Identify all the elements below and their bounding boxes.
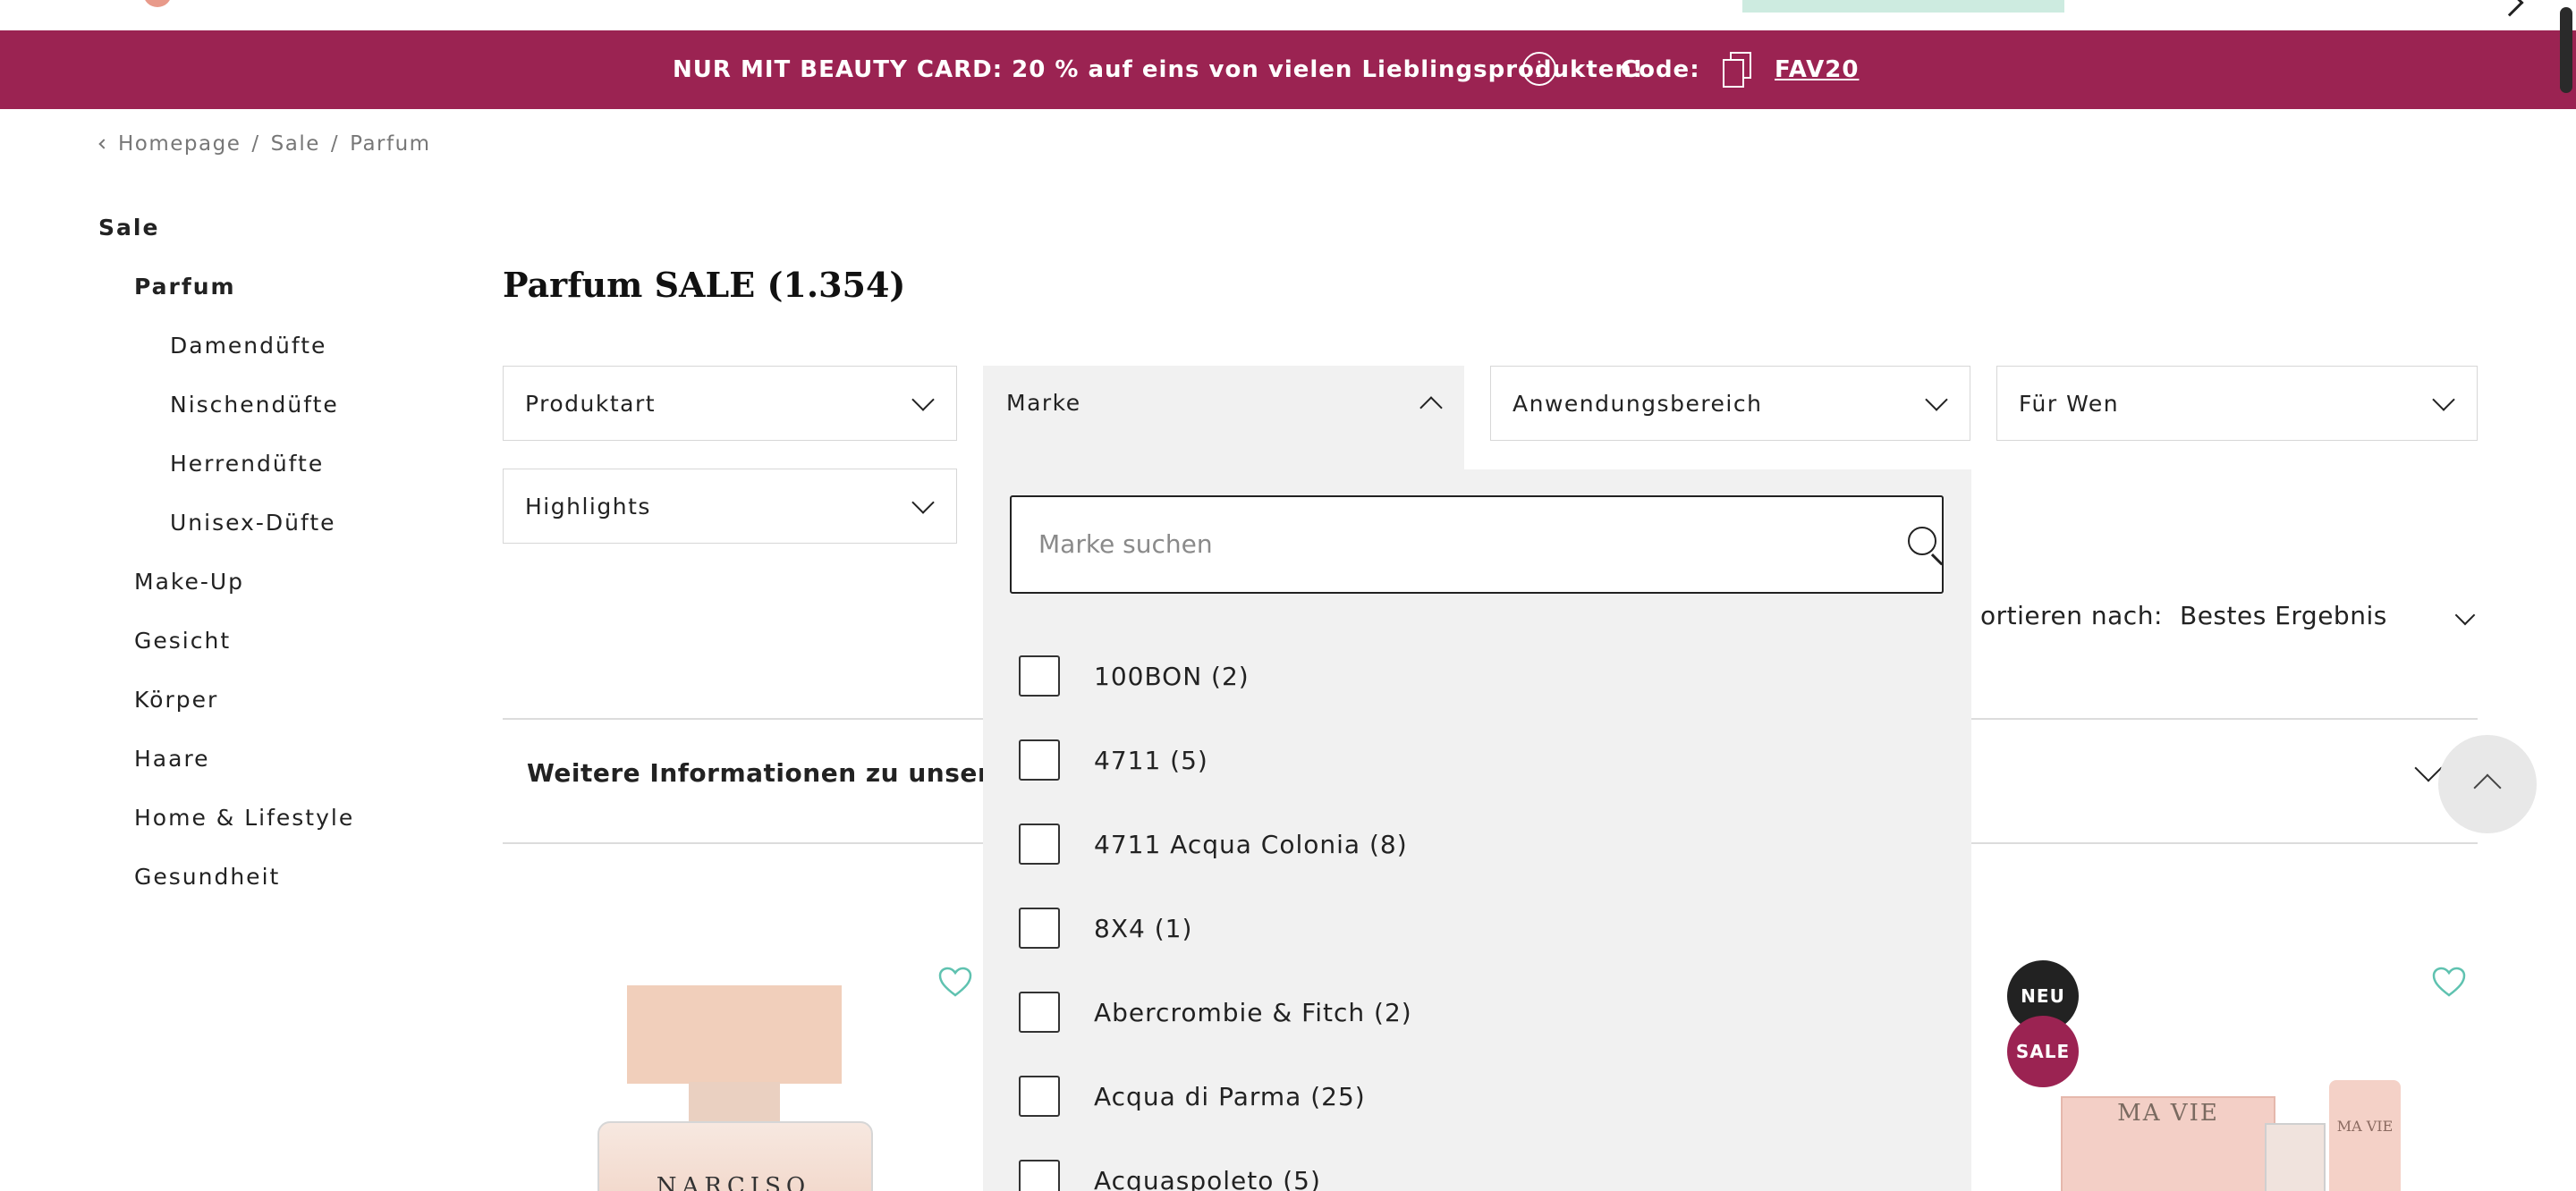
copy-icon[interactable] xyxy=(1721,52,1753,88)
product-image-brand-text: MA VIE xyxy=(2117,1100,2219,1127)
filter-label: Produktart xyxy=(525,391,657,417)
heart-icon[interactable] xyxy=(2431,966,2467,998)
promo-code-link[interactable]: FAV20 xyxy=(1775,30,1859,109)
filter-highlights[interactable]: Highlights xyxy=(503,469,957,544)
filter-anwendungsbereich[interactable]: Anwendungsbereich xyxy=(1490,366,1970,441)
brand-search-input[interactable] xyxy=(1012,497,1852,591)
brand-option-label: Abercrombie & Fitch (2) xyxy=(1094,997,1412,1027)
filter-produktart[interactable]: Produktart xyxy=(503,366,957,441)
sidebar-item-haare[interactable]: Haare xyxy=(134,746,210,772)
sidebar-item-nischenduefte[interactable]: Nischendüfte xyxy=(170,392,339,418)
brand-option-label: Acquaspoleto (5) xyxy=(1094,1165,1321,1191)
product-image[interactable]: NARCISO xyxy=(590,980,877,1191)
chevron-left-icon xyxy=(98,139,109,149)
filter-label: Für Wen xyxy=(2019,391,2120,417)
checkbox[interactable] xyxy=(1019,1076,1060,1117)
page-title: Parfum SALE (1.354) xyxy=(503,265,906,305)
sidebar-item-sale[interactable]: Sale xyxy=(98,215,159,241)
sidebar-item-koerper[interactable]: Körper xyxy=(134,687,218,713)
brand-option[interactable]: Abercrombie & Fitch (2) xyxy=(1019,991,1412,1034)
breadcrumb-link-sale[interactable]: Sale xyxy=(271,132,320,156)
page-scrollbar-thumb[interactable] xyxy=(2560,7,2572,93)
brand-option-label: 4711 Acqua Colonia (8) xyxy=(1094,829,1408,859)
filter-fuer-wen[interactable]: Für Wen xyxy=(1996,366,2478,441)
sidebar-item-gesicht[interactable]: Gesicht xyxy=(134,628,231,654)
product-image[interactable]: MA VIE MA VIE xyxy=(2061,1080,2454,1191)
chevron-down-icon xyxy=(1925,388,1948,411)
filter-marke[interactable]: Marke xyxy=(983,366,1464,469)
breadcrumb-current-parfum: Parfum xyxy=(350,132,431,156)
sidebar-item-gesundheit[interactable]: Gesundheit xyxy=(134,864,280,890)
chevron-up-icon xyxy=(1419,396,1443,419)
brand-option[interactable]: 4711 (5) xyxy=(1019,739,1208,781)
checkbox[interactable] xyxy=(1019,824,1060,865)
checkbox[interactable] xyxy=(1019,739,1060,781)
sidebar-item-damenduefte[interactable]: Damendüfte xyxy=(170,333,326,359)
chevron-down-icon xyxy=(911,491,935,514)
filter-label: Marke xyxy=(1006,390,1081,416)
sidebar-item-herrenduefte[interactable]: Herrendüfte xyxy=(170,451,324,477)
promo-banner: NUR MIT BEAUTY CARD: 20 % auf eins von v… xyxy=(0,30,2576,109)
checkbox[interactable] xyxy=(1019,992,1060,1033)
brand-option-label: Acqua di Parma (25) xyxy=(1094,1081,1366,1111)
logo-fragment[interactable] xyxy=(143,0,172,7)
product-image-brand-text: NARCISO xyxy=(656,1173,811,1191)
sidebar-item-unisex-duefte[interactable]: Unisex-Düfte xyxy=(170,510,336,536)
chevron-down-icon xyxy=(2432,388,2455,411)
brand-search-box xyxy=(1010,495,1944,594)
brand-dropdown-panel: 100BON (2) 4711 (5) 4711 Acqua Colonia (… xyxy=(983,469,1971,1191)
brand-option[interactable]: Acquaspoleto (5) xyxy=(1019,1159,1321,1191)
breadcrumb-link-homepage[interactable]: Homepage xyxy=(118,132,241,156)
checkbox[interactable] xyxy=(1019,655,1060,697)
sale-badge: SALE xyxy=(2007,1016,2079,1087)
header-search-fragment[interactable] xyxy=(1742,0,2064,13)
brand-option[interactable]: 4711 Acqua Colonia (8) xyxy=(1019,823,1408,866)
heart-icon[interactable] xyxy=(937,966,973,998)
breadcrumb: Homepage / Sale / Parfum xyxy=(98,132,431,156)
sidebar-item-make-up[interactable]: Make-Up xyxy=(134,569,244,595)
brand-option[interactable]: 8X4 (1) xyxy=(1019,907,1192,950)
sort-label: ortieren nach: xyxy=(1980,601,2163,630)
chevron-down-icon xyxy=(911,388,935,411)
info-icon[interactable] xyxy=(1522,52,1556,86)
back-to-top-icon[interactable] xyxy=(2438,735,2537,833)
filter-label: Anwendungsbereich xyxy=(1513,391,1763,417)
checkbox[interactable] xyxy=(1019,1160,1060,1191)
breadcrumb-separator: / xyxy=(330,132,340,156)
brand-option[interactable]: 100BON (2) xyxy=(1019,655,1250,697)
chevron-down-icon[interactable] xyxy=(2454,604,2476,626)
breadcrumb-separator: / xyxy=(251,132,260,156)
checkbox[interactable] xyxy=(1019,908,1060,949)
sidebar-item-parfum[interactable]: Parfum xyxy=(134,274,236,300)
search-icon[interactable] xyxy=(1908,527,1936,555)
site-header-strip xyxy=(0,0,2576,30)
promo-text: NUR MIT BEAUTY CARD: 20 % auf eins von v… xyxy=(673,56,1644,83)
promo-code-label: Code: xyxy=(1621,56,1700,83)
chevron-right-icon[interactable] xyxy=(2496,0,2524,17)
filter-label: Highlights xyxy=(525,494,651,519)
brand-option[interactable]: Acqua di Parma (25) xyxy=(1019,1075,1366,1118)
brand-option-label: 4711 (5) xyxy=(1094,745,1208,775)
sort-select[interactable]: Bestes Ergebnis xyxy=(2180,601,2387,630)
product-image-tube-text: MA VIE xyxy=(2336,1118,2394,1135)
brand-option-label: 100BON (2) xyxy=(1094,661,1250,691)
sidebar-item-home-lifestyle[interactable]: Home & Lifestyle xyxy=(134,805,354,831)
brand-option-label: 8X4 (1) xyxy=(1094,913,1193,943)
